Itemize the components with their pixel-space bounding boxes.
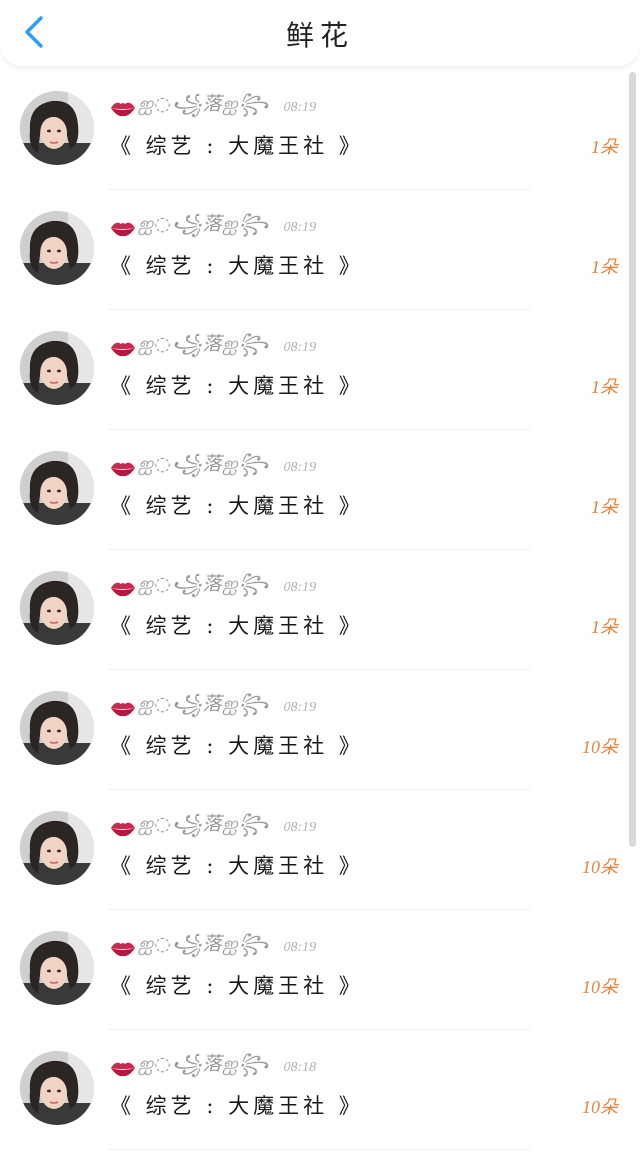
lips-icon [110, 337, 136, 359]
sender-row: ஐ◌꧁落ஐ꧂ 08:19 [110, 933, 317, 961]
flower-count: 1朵 [591, 617, 618, 637]
sender-nickname: ஐ◌꧁落ஐ꧂ [138, 932, 270, 955]
lips-icon [110, 1057, 136, 1079]
avatar[interactable] [20, 211, 94, 285]
list-item[interactable]: ஐ◌꧁落ஐ꧂ 08:19 《 综艺 : 大魔王社 》 1朵 [0, 430, 640, 550]
list-item[interactable]: ஐ◌꧁落ஐ꧂ 08:18 《 综艺 : 大魔王社 》 10朵 [0, 1030, 640, 1150]
flower-list: ஐ◌꧁落ஐ꧂ 08:19 《 综艺 : 大魔王社 》 1朵 ஐ◌꧁落ஐ꧂ 08:… [0, 70, 640, 1163]
list-item[interactable]: ஐ◌꧁落ஐ꧂ 08:19 《 综艺 : 大魔王社 》 1朵 [0, 190, 640, 310]
flower-count: 1朵 [591, 257, 618, 277]
avatar[interactable] [20, 1051, 94, 1125]
timestamp: 08:19 [283, 940, 317, 955]
program-title: 《 综艺 : 大魔王社 》 [110, 734, 364, 758]
lips-icon [110, 97, 136, 119]
sender-nickname: ஐ◌꧁落ஐ꧂ [138, 812, 270, 835]
list-item[interactable]: ஐ◌꧁落ஐ꧂ 08:19 《 综艺 : 大魔王社 》 1朵 [0, 550, 640, 670]
sender-row: ஐ◌꧁落ஐ꧂ 08:19 [110, 453, 317, 481]
sender-row: ஐ◌꧁落ஐ꧂ 08:19 [110, 93, 317, 121]
sender-nickname: ஐ◌꧁落ஐ꧂ [138, 572, 270, 595]
program-title: 《 综艺 : 大魔王社 》 [110, 494, 364, 518]
sender-nickname: ஐ◌꧁落ஐ꧂ [138, 452, 270, 475]
timestamp: 08:19 [283, 820, 317, 835]
flower-count: 1朵 [591, 497, 618, 517]
avatar[interactable] [20, 811, 94, 885]
list-item[interactable]: ஐ◌꧁落ஐ꧂ 08:19 《 综艺 : 大魔王社 》 1朵 [0, 70, 640, 190]
lips-icon [110, 937, 136, 959]
sender-nickname: ஐ◌꧁落ஐ꧂ [138, 332, 270, 355]
timestamp: 08:19 [283, 580, 317, 595]
program-title: 《 综艺 : 大魔王社 》 [110, 1094, 364, 1118]
sender-row: ஐ◌꧁落ஐ꧂ 08:19 [110, 813, 317, 841]
timestamp: 08:19 [283, 220, 317, 235]
avatar[interactable] [20, 451, 94, 525]
sender-nickname: ஐ◌꧁落ஐ꧂ [138, 92, 270, 115]
sender-nickname: ஐ◌꧁落ஐ꧂ [138, 692, 270, 715]
timestamp: 08:19 [283, 460, 317, 475]
list-item[interactable]: ஐ◌꧁落ஐ꧂ 08:19 《 综艺 : 大魔王社 》 10朵 [0, 910, 640, 1030]
list-item[interactable]: ஐ◌꧁落ஐ꧂ 08:19 《 综艺 : 大魔王社 》 1朵 [0, 310, 640, 430]
lips-icon [110, 577, 136, 599]
timestamp: 08:19 [283, 700, 317, 715]
lips-icon [110, 817, 136, 839]
flower-count: 1朵 [591, 377, 618, 397]
avatar[interactable] [20, 91, 94, 165]
divider [108, 1149, 530, 1150]
flower-count: 10朵 [582, 857, 618, 877]
sender-row: ஐ◌꧁落ஐ꧂ 08:19 [110, 573, 317, 601]
lips-icon [110, 697, 136, 719]
flower-count: 10朵 [582, 1097, 618, 1117]
sender-nickname: ஐ◌꧁落ஐ꧂ [138, 1052, 270, 1075]
scrollbar[interactable] [629, 72, 636, 847]
flower-count: 10朵 [582, 737, 618, 757]
top-bar: 鲜花 [0, 0, 640, 66]
program-title: 《 综艺 : 大魔王社 》 [110, 254, 364, 278]
sender-row: ஐ◌꧁落ஐ꧂ 08:19 [110, 213, 317, 241]
lips-icon [110, 217, 136, 239]
program-title: 《 综艺 : 大魔王社 》 [110, 134, 364, 158]
sender-row: ஐ◌꧁落ஐ꧂ 08:19 [110, 333, 317, 361]
program-title: 《 综艺 : 大魔王社 》 [110, 614, 364, 638]
program-title: 《 综艺 : 大魔王社 》 [110, 854, 364, 878]
sender-row: ஐ◌꧁落ஐ꧂ 08:19 [110, 693, 317, 721]
avatar[interactable] [20, 691, 94, 765]
program-title: 《 综艺 : 大魔王社 》 [110, 974, 364, 998]
sender-row: ஐ◌꧁落ஐ꧂ 08:18 [110, 1053, 317, 1081]
flower-count: 10朵 [582, 977, 618, 997]
avatar[interactable] [20, 571, 94, 645]
page-title: 鲜花 [285, 19, 354, 52]
list-item[interactable]: ஐ◌꧁落ஐ꧂ 08:19 《 综艺 : 大魔王社 》 10朵 [0, 790, 640, 910]
lips-icon [110, 457, 136, 479]
timestamp: 08:18 [283, 1060, 317, 1075]
sender-nickname: ஐ◌꧁落ஐ꧂ [138, 212, 270, 235]
timestamp: 08:19 [283, 100, 317, 115]
program-title: 《 综艺 : 大魔王社 》 [110, 374, 364, 398]
list-item[interactable]: ஐ◌꧁落ஐ꧂ 08:19 《 综艺 : 大魔王社 》 10朵 [0, 670, 640, 790]
flower-count: 1朵 [591, 137, 618, 157]
avatar[interactable] [20, 931, 94, 1005]
avatar[interactable] [20, 331, 94, 405]
timestamp: 08:19 [283, 340, 317, 355]
